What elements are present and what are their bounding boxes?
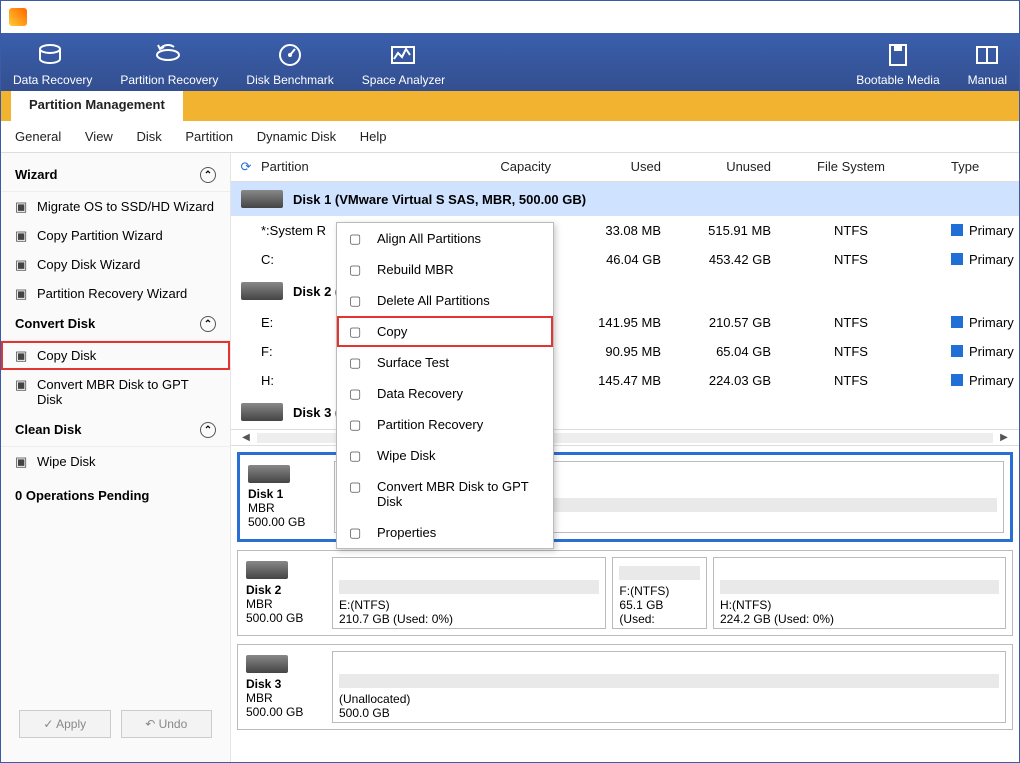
menu-partition[interactable]: Partition [185,129,233,144]
col-unused[interactable]: Unused [661,159,771,175]
space-analyzer-button[interactable]: Space Analyzer [362,41,445,87]
sidebar-item[interactable]: ▣Partition Recovery Wizard [1,279,230,308]
context-menu-item[interactable]: ▢Delete All Partitions [337,285,553,316]
action-icon: ▣ [15,348,29,362]
apply-button[interactable]: ✓ Apply [19,710,111,738]
tab-strip: Partition Management [1,91,1019,121]
disk-map-2[interactable]: Disk 2 MBR 500.00 GB E:(NTFS)210.7 GB (U… [237,550,1013,636]
menu-item-icon: ▢ [349,386,365,402]
menu-item-icon: ▢ [349,262,365,278]
sidebar-item[interactable]: ▣Wipe Disk [1,447,230,476]
action-icon: ▣ [15,286,29,300]
disk-benchmark-button[interactable]: Disk Benchmark [246,41,333,87]
action-icon: ▣ [15,228,29,242]
menu-item-icon: ▢ [349,231,365,247]
close-icon[interactable]: ✕ [993,10,1011,24]
chevron-up-icon: ⌃ [200,167,216,183]
scroll-right-icon[interactable]: ▶ [997,432,1011,443]
partition-recovery-button[interactable]: Partition Recovery [120,41,218,87]
chevron-up-icon: ⌃ [200,422,216,438]
disk-icon [246,655,288,673]
menu-disk[interactable]: Disk [136,129,161,144]
menu-item-icon: ▢ [349,293,365,309]
menu-item-icon: ▢ [349,324,365,340]
maximize-icon[interactable]: ▢ [962,10,980,24]
menu-help[interactable]: Help [360,129,387,144]
operations-pending: 0 Operations Pending [1,476,230,515]
disk-icon [241,403,283,421]
disk-icon [248,465,290,483]
sidebar-header-wizard[interactable]: Wizard⌃ [1,159,230,192]
sidebar-item[interactable]: ▣Copy Disk Wizard [1,250,230,279]
context-menu-item[interactable]: ▢Properties [337,517,553,548]
sidebar-item[interactable]: ▣Copy Disk [1,341,230,370]
primary-toolbar: Data Recovery Partition Recovery Disk Be… [1,33,1019,91]
context-menu-item[interactable]: ▢Partition Recovery [337,409,553,440]
menu-item-icon: ▢ [349,479,365,495]
sidebar-item[interactable]: ▣Copy Partition Wizard [1,221,230,250]
menu-item-icon: ▢ [349,448,365,464]
sidebar-header-clean[interactable]: Clean Disk⌃ [1,414,230,447]
context-menu-item[interactable]: ▢Wipe Disk [337,440,553,471]
sidebar: Wizard⌃ ▣Migrate OS to SSD/HD Wizard▣Cop… [1,153,231,762]
col-capacity[interactable]: Capacity [441,159,551,175]
window-title: MiniTool Partition Wizard Pro Ultimate 1… [35,10,889,24]
menu-view[interactable]: View [85,129,113,144]
undo-button[interactable]: ↶ Undo [121,710,213,738]
col-used[interactable]: Used [551,159,661,175]
menu-bar: General View Disk Partition Dynamic Disk… [1,121,1019,153]
bootable-media-button[interactable]: Bootable Media [856,41,939,87]
context-menu-item[interactable]: ▢Align All Partitions [337,223,553,254]
col-type[interactable]: Type [931,159,1019,175]
menu-item-icon: ▢ [349,355,365,371]
menu-dynamic-disk[interactable]: Dynamic Disk [257,129,336,144]
disk-icon [241,190,283,208]
menu-item-icon: ▢ [349,525,365,541]
color-square-icon [951,316,963,328]
disk-header[interactable]: Disk 1 (VMware Virtual S SAS, MBR, 500.0… [231,182,1019,216]
disk-icon [246,561,288,579]
sidebar-item[interactable]: ▣Convert MBR Disk to GPT Disk [1,370,230,414]
app-logo-icon [9,8,27,26]
color-square-icon [951,345,963,357]
action-icon: ▣ [15,377,29,391]
context-menu-item[interactable]: ▢Convert MBR Disk to GPT Disk [337,471,553,517]
color-square-icon [951,374,963,386]
context-menu-item[interactable]: ▢Copy [337,316,553,347]
sidebar-header-convert[interactable]: Convert Disk⌃ [1,308,230,341]
color-square-icon [951,253,963,265]
menu-item-icon: ▢ [349,417,365,433]
title-bar: MiniTool Partition Wizard Pro Ultimate 1… [1,1,1019,33]
sidebar-item[interactable]: ▣Migrate OS to SSD/HD Wizard [1,192,230,221]
action-icon: ▣ [15,199,29,213]
refresh-icon[interactable]: ⟳ [231,159,261,175]
disk-icon [241,282,283,300]
disk-map-3[interactable]: Disk 3 MBR 500.00 GB (Unallocated)500.0 … [237,644,1013,730]
minimize-icon[interactable]: — [930,10,948,24]
menu-icon[interactable]: ≡ [899,10,917,24]
scroll-left-icon[interactable]: ◀ [239,432,253,443]
col-partition[interactable]: Partition [261,159,441,175]
col-filesystem[interactable]: File System [771,159,931,175]
action-icon: ▣ [15,454,29,468]
context-menu-item[interactable]: ▢Surface Test [337,347,553,378]
context-menu: ▢Align All Partitions▢Rebuild MBR▢Delete… [336,222,554,549]
manual-button[interactable]: Manual [968,41,1007,87]
context-menu-item[interactable]: ▢Rebuild MBR [337,254,553,285]
tab-partition-management[interactable]: Partition Management [11,91,183,121]
context-menu-item[interactable]: ▢Data Recovery [337,378,553,409]
data-recovery-button[interactable]: Data Recovery [13,41,92,87]
action-icon: ▣ [15,257,29,271]
chevron-up-icon: ⌃ [200,316,216,332]
column-headers: ⟳ Partition Capacity Used Unused File Sy… [231,153,1019,182]
menu-general[interactable]: General [15,129,61,144]
color-square-icon [951,224,963,236]
